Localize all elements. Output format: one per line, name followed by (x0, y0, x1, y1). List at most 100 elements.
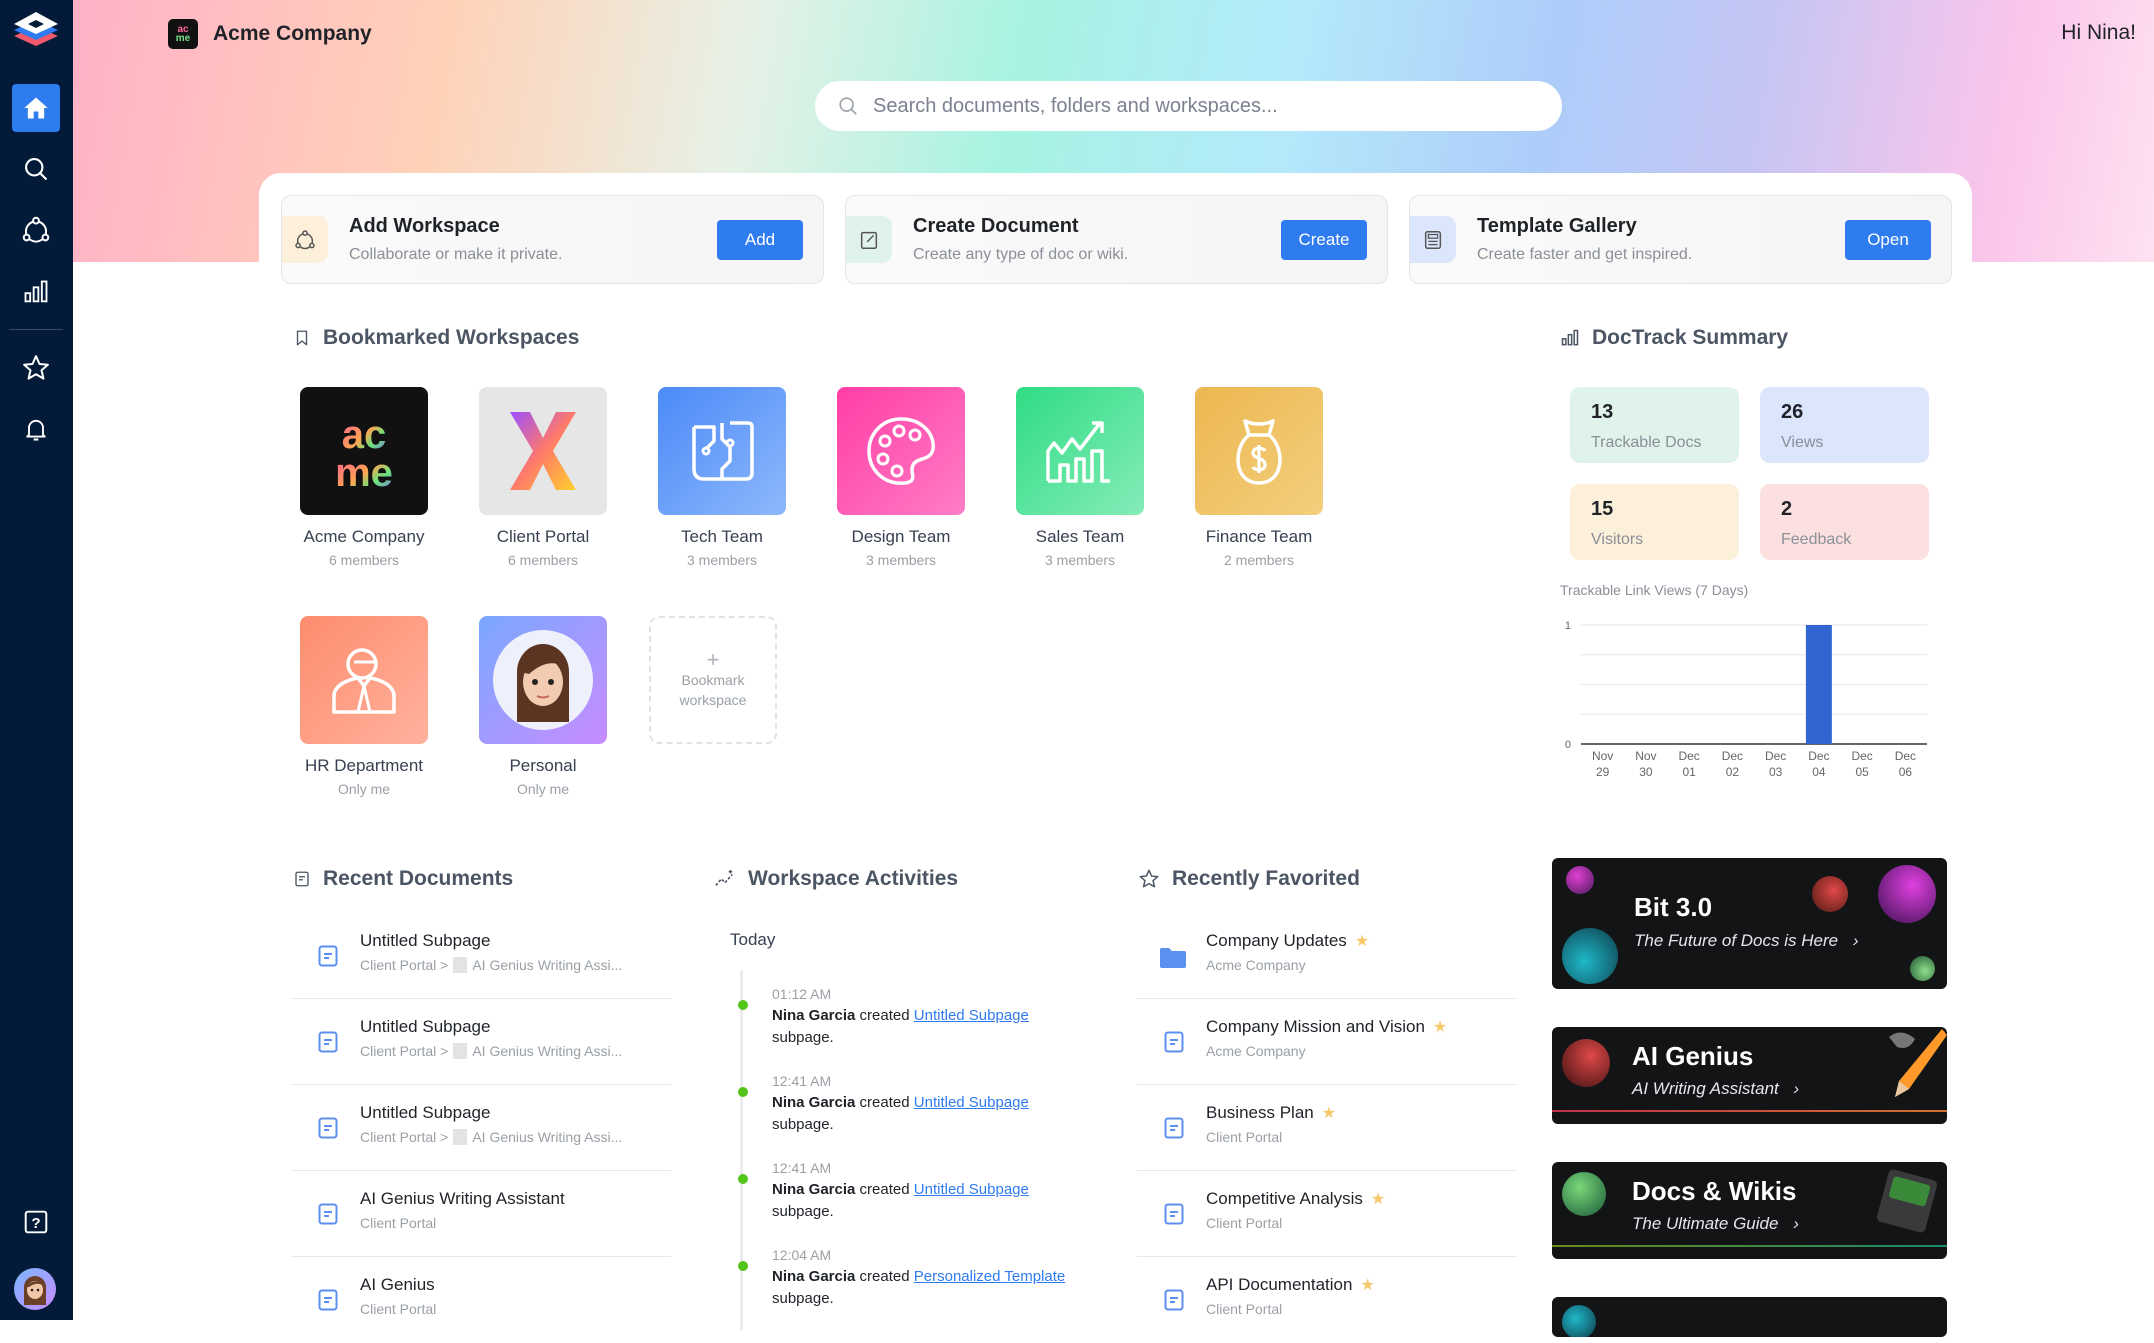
app-logo-icon[interactable] (10, 8, 62, 54)
sidebar-item-workspaces[interactable] (12, 206, 60, 254)
add-bookmark-tile[interactable]: + Bookmark workspace (649, 616, 777, 744)
activity-link[interactable]: Untitled Subpage (914, 1007, 1029, 1024)
promo-title: Docs & Wikis (1632, 1176, 1797, 1206)
client-portal-icon[interactable] (479, 387, 607, 515)
activity-user: Nina Garcia (772, 1094, 856, 1111)
workspace-acme-company[interactable]: ac me Acme Company 6 members (299, 387, 429, 568)
workspace-design-team[interactable]: Design Team 3 members (836, 387, 966, 568)
favorite-name: Company Updates (1206, 931, 1347, 950)
favorite-item[interactable]: Competitive Analysis ★ Client Portal (1137, 1171, 1517, 1257)
favorite-item[interactable]: Company Updates ★ Acme Company (1137, 913, 1517, 999)
document-icon (318, 1203, 338, 1225)
activity-suffix: subpage. (772, 1203, 834, 1220)
stat-visitors[interactable]: 15 Visitors (1570, 484, 1739, 560)
sidebar-item-search[interactable] (12, 145, 60, 193)
sales-team-growth-icon[interactable] (1016, 387, 1144, 515)
favorite-item[interactable]: API Documentation ★ Client Portal (1137, 1257, 1517, 1343)
sidebar-item-doctrack[interactable] (12, 268, 60, 316)
finance-team-moneybag-icon[interactable] (1195, 387, 1323, 515)
promo-title: AI Genius (1632, 1041, 1754, 1071)
activity-item: 12:41 AM Nina Garcia created Untitled Su… (738, 1073, 1112, 1136)
promo-ai-genius[interactable]: AI Genius AI Writing Assistant › (1552, 1027, 1947, 1124)
edit-document-icon (846, 216, 892, 263)
stat-feedback[interactable]: 2 Feedback (1760, 484, 1929, 560)
timeline-dot (738, 1000, 748, 1010)
help-icon: ? (24, 1210, 48, 1234)
sidebar-item-home[interactable] (12, 84, 60, 132)
recent-document-item[interactable]: AI Genius Writing Assistant Client Porta… (291, 1171, 671, 1257)
tech-team-circuit-icon[interactable] (658, 387, 786, 515)
activity-timeline: Today 01:12 AM Nina Garcia created Untit… (730, 930, 1065, 1330)
workspace-personal[interactable]: Personal Only me (478, 616, 608, 797)
bookmark-workspace-button[interactable]: + Bookmark workspace (649, 616, 779, 744)
bookmark-icon (296, 330, 308, 346)
user-avatar[interactable] (14, 1268, 56, 1310)
recent-document-item[interactable]: AI Genius Client Portal (291, 1257, 671, 1343)
recent-document-item[interactable]: Untitled Subpage Client Portal > AI Geniu… (291, 1085, 671, 1171)
document-icon (1164, 1289, 1184, 1311)
stat-value: 2 (1781, 498, 1793, 520)
add-workspace-button[interactable]: Add (717, 220, 803, 260)
stat-trackable-docs[interactable]: 13 Trackable Docs (1570, 387, 1739, 463)
add-workspace-card[interactable]: Add Workspace Collaborate or make it pri… (281, 195, 824, 284)
favorite-name: Competitive Analysis (1206, 1189, 1363, 1208)
create-document-card[interactable]: Create Document Create any type of doc o… (845, 195, 1388, 284)
create-document-button[interactable]: Create (1281, 220, 1367, 260)
favorite-star-icon[interactable]: ★ (1322, 1103, 1336, 1123)
favorite-workspace: Acme Company (1206, 957, 1306, 973)
favorite-name: API Documentation (1206, 1275, 1353, 1294)
workspace-icon (282, 216, 328, 263)
workspace-name: Client Portal (496, 527, 590, 546)
activity-suffix: subpage. (772, 1116, 834, 1133)
x-tick-label: 29 (1596, 765, 1610, 779)
design-team-palette-icon[interactable] (837, 387, 965, 515)
workspace-sales-team[interactable]: Sales Team 3 members (1015, 387, 1145, 568)
favorite-star-icon[interactable]: ★ (1371, 1189, 1385, 1209)
template-icon (1410, 216, 1456, 263)
workspace-finance-team[interactable]: Finance Team 2 members (1194, 387, 1324, 568)
x-tick-label: 01 (1682, 765, 1696, 779)
workspace-hr-department[interactable]: HR Department Only me (299, 616, 429, 797)
document-icon (318, 945, 338, 967)
promo-accent-line (1552, 1110, 1947, 1112)
workspace-brand[interactable]: ac me Acme Company (168, 19, 372, 49)
recent-document-item[interactable]: Untitled Subpage Client Portal > AI Geniu… (291, 999, 671, 1085)
activity-link[interactable]: Untitled Subpage (914, 1181, 1029, 1198)
activity-link[interactable]: Untitled Subpage (914, 1094, 1029, 1111)
promo-partial[interactable] (1552, 1297, 1947, 1337)
section-title: Workspace Activities (748, 867, 959, 890)
decorative-orb (1562, 1172, 1606, 1216)
favorite-star-icon[interactable]: ★ (1433, 1017, 1447, 1037)
x-tick-label: Nov (1635, 749, 1656, 763)
sidebar-item-notifications[interactable] (12, 405, 60, 453)
sidebar-item-favorites[interactable] (12, 344, 60, 392)
favorite-star-icon[interactable]: ★ (1360, 1275, 1374, 1295)
workspace-tech-team[interactable]: Tech Team 3 members (657, 387, 787, 568)
decorative-orb (1878, 865, 1936, 923)
promo-bit-3[interactable]: Bit 3.0 The Future of Docs is Here › (1552, 858, 1947, 989)
promo-docs-wikis[interactable]: Docs & Wikis The Ultimate Guide › (1552, 1162, 1947, 1259)
activity-verb: created (859, 1007, 910, 1024)
template-gallery-card[interactable]: Template Gallery Create faster and get i… (1409, 195, 1952, 284)
open-template-gallery-button[interactable]: Open (1845, 220, 1931, 260)
bell-icon (26, 419, 46, 441)
acme-workspace-icon[interactable]: ac me (300, 387, 428, 515)
favorite-star-icon[interactable]: ★ (1355, 931, 1369, 951)
workspace-client-portal[interactable]: Client Portal 6 members (478, 387, 608, 568)
favorite-item[interactable]: Company Mission and Vision ★ Acme Company (1137, 999, 1517, 1085)
workspace-members: 6 members (507, 552, 579, 568)
sidebar-item-help[interactable]: ? (12, 1198, 60, 1246)
stat-views[interactable]: 26 Views (1760, 387, 1929, 463)
search-bar[interactable] (815, 81, 1562, 131)
activity-link[interactable]: Personalized Template (914, 1268, 1065, 1285)
action-title: Create Document (913, 215, 1079, 237)
stat-value: 15 (1591, 498, 1614, 520)
search-input[interactable] (873, 94, 1513, 118)
recent-document-item[interactable]: Untitled Subpage Client Portal > AI Geniu… (291, 913, 671, 999)
personal-avatar-icon[interactable] (479, 616, 607, 744)
activity-suffix: subpage. (772, 1029, 834, 1046)
favorite-item[interactable]: Business Plan ★ Client Portal (1137, 1085, 1517, 1171)
path-workspace: Client Portal > (360, 1129, 449, 1145)
sidebar-divider (9, 329, 63, 330)
hr-department-person-icon[interactable] (300, 616, 428, 744)
